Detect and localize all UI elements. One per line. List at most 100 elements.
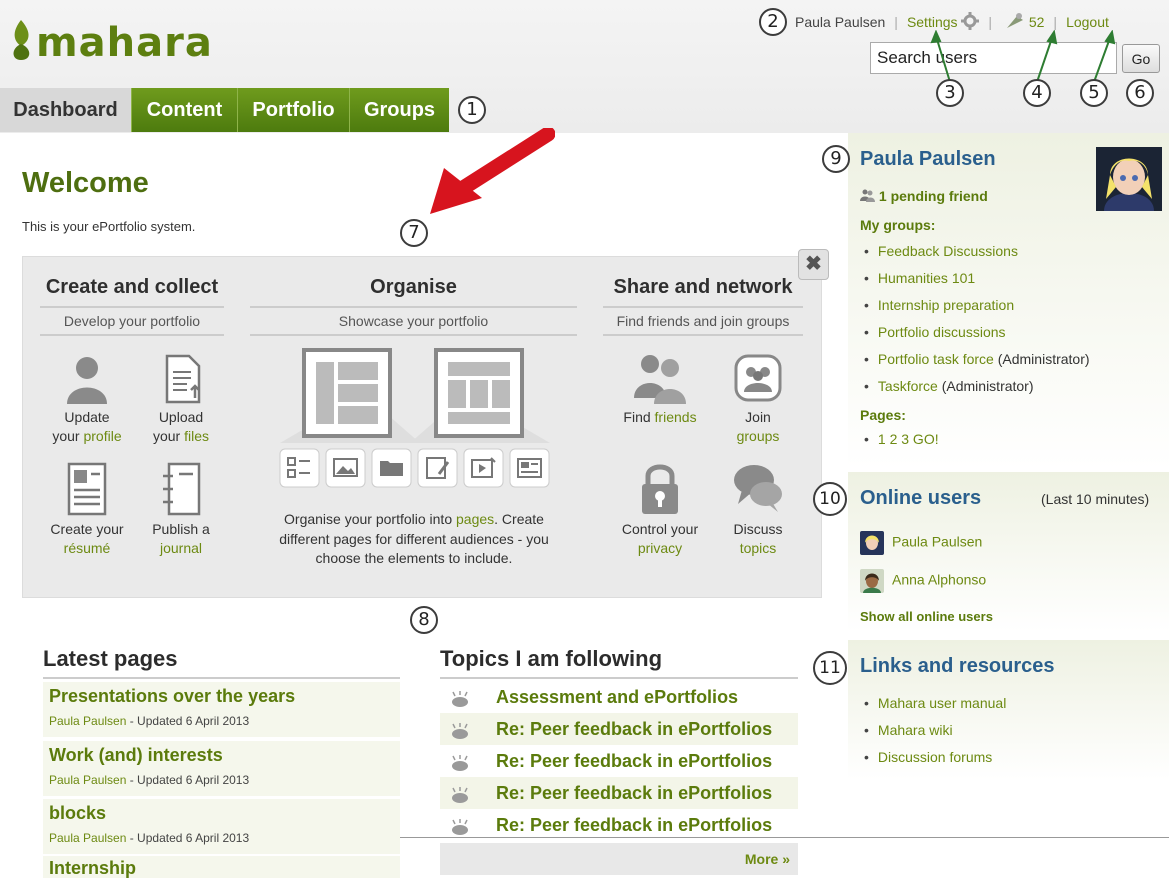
discussion-icon xyxy=(452,690,468,707)
list-item: Internship preparation xyxy=(864,292,1164,319)
checklist-block-icon xyxy=(279,448,320,488)
group-link[interactable]: Portfolio task force xyxy=(878,351,994,367)
more-link[interactable]: More » xyxy=(745,851,790,867)
group-link[interactable]: Humanities 101 xyxy=(878,270,975,286)
author-link[interactable]: Paula Paulsen xyxy=(49,714,126,728)
online-users-title[interactable]: Online users xyxy=(860,487,981,510)
mahara-logo[interactable]: mahara xyxy=(8,18,213,66)
organise-text-pre: Organise your portfolio into xyxy=(284,511,456,527)
list-item: Humanities 101 xyxy=(864,265,1164,292)
media-block-icon xyxy=(463,448,504,488)
divider: | xyxy=(988,14,993,30)
update-profile-feature[interactable]: Update your profile xyxy=(40,354,134,446)
logout-link[interactable]: Logout xyxy=(1066,14,1109,30)
topic-link[interactable]: Re: Peer feedback in ePortfolios xyxy=(496,815,772,835)
journal-icon xyxy=(163,462,201,516)
pages-label: Pages: xyxy=(860,407,906,423)
join-groups-feature[interactable]: Join groups xyxy=(712,352,804,446)
group-role: (Administrator) xyxy=(937,378,1034,394)
list-item[interactable]: Internship xyxy=(43,856,400,878)
list-item[interactable]: Re: Peer feedback in ePortfolios xyxy=(440,745,798,777)
group-link[interactable]: Feedback Discussions xyxy=(878,243,1018,259)
topic-link[interactable]: Re: Peer feedback in ePortfolios xyxy=(496,783,772,803)
profile-name-link[interactable]: Paula Paulsen xyxy=(860,148,996,171)
list-item[interactable]: Presentations over the years Paula Pauls… xyxy=(43,682,400,737)
page-link[interactable]: 1 2 3 GO! xyxy=(878,431,939,447)
publish-journal-feature[interactable]: Publish a journal xyxy=(134,462,228,558)
list-item[interactable]: Assessment and ePortfolios xyxy=(440,681,798,713)
find-friends-feature[interactable]: Find friends xyxy=(608,352,712,427)
mahara-leaf-icon xyxy=(13,20,30,60)
show-all-online-link[interactable]: Show all online users xyxy=(860,609,993,624)
online-user[interactable]: Paula Paulsen xyxy=(860,531,982,555)
groups-link[interactable]: groups xyxy=(737,428,780,444)
gear-icon[interactable] xyxy=(961,12,980,30)
topic-link[interactable]: Re: Peer feedback in ePortfolios xyxy=(496,719,772,739)
page-link[interactable]: Presentations over the years xyxy=(49,686,295,707)
tab-groups[interactable]: Groups xyxy=(349,88,449,132)
control-privacy-feature[interactable]: Control your privacy xyxy=(608,460,712,558)
journal-link[interactable]: journal xyxy=(160,540,202,556)
resume-link[interactable]: résumé xyxy=(64,540,111,556)
list-item[interactable]: Work (and) interests Paula Paulsen - Upd… xyxy=(43,741,400,796)
callout-marker: 8 xyxy=(410,606,438,634)
online-user[interactable]: Anna Alphonso xyxy=(860,569,986,593)
topics-link[interactable]: topics xyxy=(740,540,777,556)
list-item[interactable]: Re: Peer feedback in ePortfolios xyxy=(440,713,798,745)
create-resume-feature[interactable]: Create your résumé xyxy=(40,462,134,558)
user-name-link[interactable]: Paula Paulsen xyxy=(795,14,885,30)
column-subtitle: Develop your portfolio xyxy=(40,306,224,336)
tab-portfolio[interactable]: Portfolio xyxy=(237,88,349,132)
feature-label-pre: your xyxy=(152,428,185,444)
pending-friend-text[interactable]: 1 pending friend xyxy=(879,188,988,204)
pages-link[interactable]: pages xyxy=(456,511,494,527)
topic-link[interactable]: Assessment and ePortfolios xyxy=(496,687,738,707)
speech-bubbles-icon xyxy=(734,465,782,512)
topics-title: Topics I am following xyxy=(440,646,663,671)
user-link[interactable]: Paula Paulsen xyxy=(892,534,982,550)
avatar xyxy=(860,569,884,593)
files-link[interactable]: files xyxy=(184,428,209,444)
notification-flag-icon[interactable] xyxy=(1005,12,1025,30)
profile-link[interactable]: profile xyxy=(83,428,121,444)
feature-label: Discuss xyxy=(733,521,783,537)
tab-dashboard[interactable]: Dashboard xyxy=(0,88,131,132)
user-toolbar: Paula Paulsen | Settings | 52 | Logout xyxy=(795,12,1109,30)
group-link[interactable]: Taskforce xyxy=(878,378,938,394)
column-title: Create and collect xyxy=(45,276,219,298)
pending-friends[interactable]: 1 pending friend xyxy=(860,188,988,204)
page-link[interactable]: Work (and) interests xyxy=(49,745,223,766)
privacy-link[interactable]: privacy xyxy=(638,540,682,556)
resource-link[interactable]: Discussion forums xyxy=(878,749,992,765)
author-link[interactable]: Paula Paulsen xyxy=(49,831,126,845)
page-link[interactable]: blocks xyxy=(49,803,106,824)
upload-files-feature[interactable]: Upload your files xyxy=(134,354,228,446)
avatar[interactable] xyxy=(1096,147,1162,211)
file-upload-icon xyxy=(165,354,201,404)
feature-label-pre: your xyxy=(52,428,84,444)
resource-link[interactable]: Mahara wiki xyxy=(878,722,953,738)
links-title: Links and resources xyxy=(860,655,1055,677)
settings-link[interactable]: Settings xyxy=(907,14,958,30)
feature-label: Publish a xyxy=(152,521,210,537)
lock-icon xyxy=(642,464,678,514)
resource-link[interactable]: Mahara user manual xyxy=(878,695,1006,711)
latest-pages-title: Latest pages xyxy=(43,646,178,671)
list-item: Portfolio task force (Administrator) xyxy=(864,346,1164,373)
page-link[interactable]: Internship xyxy=(49,858,136,878)
list-item: Mahara user manual xyxy=(864,690,1164,717)
notification-count[interactable]: 52 xyxy=(1029,14,1045,30)
list-item[interactable]: blocks Paula Paulsen - Updated 6 April 2… xyxy=(43,799,400,854)
author-link[interactable]: Paula Paulsen xyxy=(49,773,126,787)
topic-link[interactable]: Re: Peer feedback in ePortfolios xyxy=(496,751,772,771)
group-link[interactable]: Portfolio discussions xyxy=(878,324,1006,340)
create-column: Create and collect Develop your portfoli… xyxy=(40,276,224,336)
friends-link[interactable]: friends xyxy=(655,409,697,425)
discuss-topics-feature[interactable]: Discuss topics xyxy=(712,460,804,558)
user-link[interactable]: Anna Alphonso xyxy=(892,572,986,588)
tab-content[interactable]: Content xyxy=(131,88,237,132)
group-link[interactable]: Internship preparation xyxy=(878,297,1014,313)
list-item[interactable]: Re: Peer feedback in ePortfolios xyxy=(440,777,798,809)
callout-marker: 3 xyxy=(936,79,964,107)
callout-marker: 11 xyxy=(813,651,847,685)
